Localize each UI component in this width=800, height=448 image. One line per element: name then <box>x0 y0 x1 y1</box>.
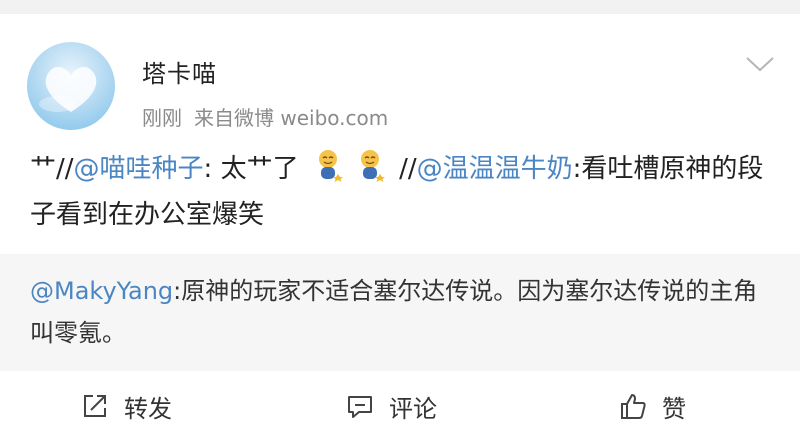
heart-cloud-icon <box>39 66 97 112</box>
comment-label: 评论 <box>389 394 437 423</box>
cry-laugh-emoji-icon <box>360 150 385 182</box>
post-text-segment: // <box>390 154 417 184</box>
like-label: 赞 <box>662 394 686 423</box>
post-time: 刚刚 <box>142 106 182 130</box>
mention-link[interactable]: @喵哇种子 <box>74 154 204 184</box>
thumbs-up-icon <box>621 394 646 419</box>
post-text-segment: : 太艹了 <box>203 154 307 184</box>
post-meta: 刚刚 来自微博 weibo.com <box>142 102 388 131</box>
post-source[interactable]: 来自微博 weibo.com <box>194 106 388 130</box>
chevron-down-icon[interactable] <box>744 54 776 74</box>
mention-link[interactable]: @MakyYang <box>30 277 173 305</box>
like-button[interactable]: 赞 <box>618 371 686 441</box>
comment-button[interactable]: 评论 <box>345 371 437 441</box>
post-text-segment: 艹// <box>30 154 74 184</box>
mention-link[interactable]: @温温温牛奶 <box>417 154 573 184</box>
post-text: 艹//@喵哇种子: 太艹了 //@温温温牛奶:看吐槽原神的段子看到在办公室爆笑 <box>30 146 780 238</box>
weibo-post-card: 塔卡喵 刚刚 来自微博 weibo.com 艹//@喵哇种子: 太艹了 //@温温… <box>0 14 800 371</box>
reposted-content[interactable]: @MakyYang:原神的玩家不适合塞尔达传说。因为塞尔达传说的主角叫零氪。 <box>0 254 800 371</box>
avatar[interactable] <box>27 42 115 130</box>
action-bar: 转发 评论 赞 <box>0 371 800 448</box>
repost-button[interactable]: 转发 <box>80 371 172 441</box>
repost-label: 转发 <box>124 394 172 423</box>
repost-icon <box>84 395 106 417</box>
comment-icon <box>348 396 372 418</box>
cry-laugh-emoji-icon <box>318 150 343 182</box>
username[interactable]: 塔卡喵 <box>142 54 217 89</box>
repost-text: @MakyYang:原神的玩家不适合塞尔达传说。因为塞尔达传说的主角叫零氪。 <box>30 270 780 354</box>
